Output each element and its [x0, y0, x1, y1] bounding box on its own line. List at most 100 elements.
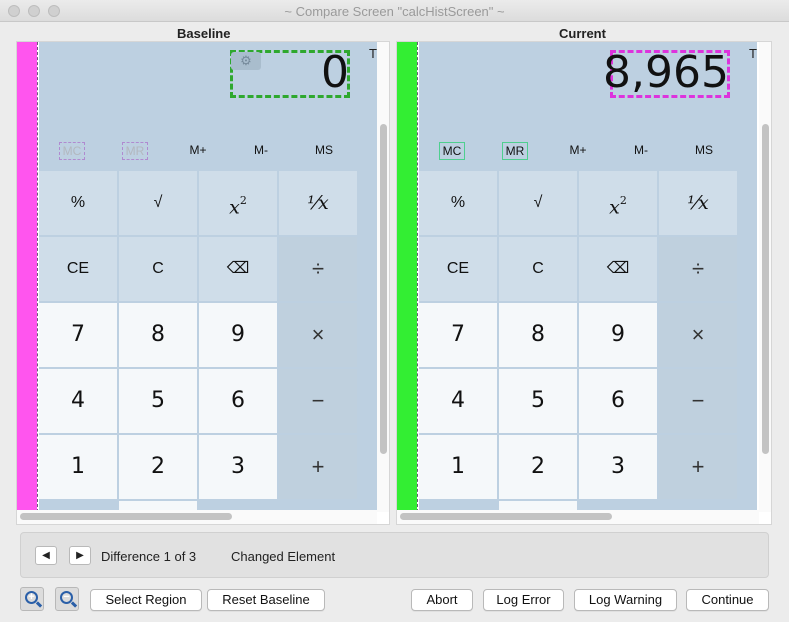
- current-viewport: 8,965 T MC MR M+ M- MS % √ x2 ⅟x CE C ⌫: [397, 42, 757, 512]
- clear-entry-key[interactable]: CE: [39, 237, 117, 301]
- backspace-icon[interactable]: ⌫: [579, 237, 657, 301]
- window-title: ~ Compare Screen "calcHistScreen" ~: [284, 4, 505, 19]
- current-t-mark: T: [749, 46, 757, 61]
- baseline-mr-button[interactable]: MR: [122, 142, 148, 160]
- reciprocal-key[interactable]: ⅟x: [279, 171, 357, 235]
- baseline-m-minus-button[interactable]: M-: [248, 142, 274, 160]
- current-memory-row: MC MR M+ M- MS: [419, 142, 757, 162]
- divide-key[interactable]: ÷: [279, 237, 357, 301]
- multiply-key[interactable]: ×: [279, 303, 357, 367]
- current-display-value: 8,965: [603, 47, 729, 98]
- percent-key[interactable]: %: [39, 171, 117, 235]
- baseline-memory-row: MC MR M+ M- MS: [39, 142, 377, 162]
- digit-9-key[interactable]: 9: [199, 303, 277, 367]
- difference-counter: Difference 1 of 3: [101, 549, 197, 564]
- square-key-exponent: 2: [239, 194, 247, 207]
- subtract-key[interactable]: −: [659, 369, 737, 433]
- current-pane: 8,965 T MC MR M+ M- MS % √ x2 ⅟x CE C ⌫: [396, 41, 772, 525]
- baseline-display-value: 0: [321, 47, 349, 98]
- baseline-horizontal-scroll-thumb[interactable]: [20, 513, 232, 520]
- triangle-right-icon: ▶: [76, 550, 84, 561]
- square-key-base: x: [609, 196, 620, 219]
- baseline-calculator: ⚙ 0 T MC MR M+ M- MS % √ x2 ⅟x CE C ⌫ ÷ …: [39, 42, 377, 512]
- current-vertical-scroll-thumb[interactable]: [762, 124, 769, 454]
- digit-8-key[interactable]: 8: [499, 303, 577, 367]
- reciprocal-key[interactable]: ⅟x: [659, 171, 737, 235]
- triangle-left-icon: ◀: [42, 550, 50, 561]
- subtract-key[interactable]: −: [279, 369, 357, 433]
- baseline-t-mark: T: [369, 46, 377, 61]
- current-m-minus-button[interactable]: M-: [628, 142, 654, 160]
- current-horizontal-scroll-thumb[interactable]: [400, 513, 612, 520]
- current-mr-button[interactable]: MR: [502, 142, 528, 160]
- current-mc-button[interactable]: MC: [439, 142, 465, 160]
- add-key[interactable]: +: [279, 435, 357, 499]
- gear-icon: ⚙: [231, 52, 261, 70]
- digit-8-key[interactable]: 8: [119, 303, 197, 367]
- digit-3-key[interactable]: 3: [579, 435, 657, 499]
- digit-2-key[interactable]: 2: [499, 435, 577, 499]
- square-key[interactable]: x2: [579, 171, 657, 235]
- baseline-horizontal-scrollbar[interactable]: [17, 510, 377, 524]
- digit-3-key[interactable]: 3: [199, 435, 277, 499]
- current-horizontal-scrollbar[interactable]: [397, 510, 759, 524]
- continue-button[interactable]: Continue: [686, 589, 769, 611]
- square-key[interactable]: x2: [199, 171, 277, 235]
- baseline-stripe-divider: [37, 42, 38, 512]
- digit-5-key[interactable]: 5: [499, 369, 577, 433]
- sqrt-key[interactable]: √: [499, 171, 577, 235]
- clear-key[interactable]: C: [119, 237, 197, 301]
- clear-entry-key[interactable]: CE: [419, 237, 497, 301]
- difference-navigator: ◀ ▶ Difference 1 of 3 Changed Element: [20, 532, 769, 578]
- current-m-plus-button[interactable]: M+: [565, 142, 591, 160]
- log-error-button[interactable]: Log Error: [483, 589, 564, 611]
- sqrt-key[interactable]: √: [119, 171, 197, 235]
- digit-7-key[interactable]: 7: [39, 303, 117, 367]
- digit-2-key[interactable]: 2: [119, 435, 197, 499]
- zoom-out-handle: [70, 601, 78, 608]
- baseline-vertical-scroll-thumb[interactable]: [380, 124, 387, 454]
- clear-key[interactable]: C: [499, 237, 577, 301]
- digit-6-key[interactable]: 6: [199, 369, 277, 433]
- zoom-in-handle: [35, 601, 43, 608]
- reset-baseline-button[interactable]: Reset Baseline: [207, 589, 325, 611]
- baseline-ms-button[interactable]: MS: [311, 142, 337, 160]
- digit-5-key[interactable]: 5: [119, 369, 197, 433]
- baseline-viewport: ⚙ 0 T MC MR M+ M- MS % √ x2 ⅟x CE C ⌫ ÷ …: [17, 42, 377, 512]
- current-stripe-divider: [417, 42, 418, 512]
- zoom-in-button[interactable]: +: [20, 587, 44, 611]
- digit-9-key[interactable]: 9: [579, 303, 657, 367]
- square-key-exponent: 2: [619, 194, 627, 207]
- title-bar: ~ Compare Screen "calcHistScreen" ~: [0, 0, 789, 22]
- digit-1-key[interactable]: 1: [419, 435, 497, 499]
- current-label: Current: [559, 26, 606, 41]
- current-vertical-scrollbar[interactable]: [759, 42, 771, 512]
- current-calculator: 8,965 T MC MR M+ M- MS % √ x2 ⅟x CE C ⌫: [419, 42, 757, 512]
- divide-key[interactable]: ÷: [659, 237, 737, 301]
- baseline-vertical-scrollbar[interactable]: [377, 42, 389, 512]
- difference-type: Changed Element: [231, 549, 336, 564]
- digit-1-key[interactable]: 1: [39, 435, 117, 499]
- add-key[interactable]: +: [659, 435, 737, 499]
- digit-6-key[interactable]: 6: [579, 369, 657, 433]
- baseline-label: Baseline: [177, 26, 231, 41]
- baseline-diff-stripe: [17, 42, 37, 512]
- current-diff-stripe: [397, 42, 417, 512]
- next-difference-button[interactable]: ▶: [69, 546, 91, 565]
- baseline-mc-button[interactable]: MC: [59, 142, 85, 160]
- log-warning-button[interactable]: Log Warning: [574, 589, 677, 611]
- current-ms-button[interactable]: MS: [691, 142, 717, 160]
- previous-difference-button[interactable]: ◀: [35, 546, 57, 565]
- select-region-button[interactable]: Select Region: [90, 589, 202, 611]
- percent-key[interactable]: %: [419, 171, 497, 235]
- compare-screen-window: ~ Compare Screen "calcHistScreen" ~ Base…: [0, 0, 789, 622]
- zoom-out-button[interactable]: −: [55, 587, 79, 611]
- abort-button[interactable]: Abort: [411, 589, 473, 611]
- multiply-key[interactable]: ×: [659, 303, 737, 367]
- backspace-icon[interactable]: ⌫: [199, 237, 277, 301]
- digit-7-key[interactable]: 7: [419, 303, 497, 367]
- baseline-pane: ⚙ 0 T MC MR M+ M- MS % √ x2 ⅟x CE C ⌫ ÷ …: [16, 41, 390, 525]
- baseline-m-plus-button[interactable]: M+: [185, 142, 211, 160]
- digit-4-key[interactable]: 4: [39, 369, 117, 433]
- digit-4-key[interactable]: 4: [419, 369, 497, 433]
